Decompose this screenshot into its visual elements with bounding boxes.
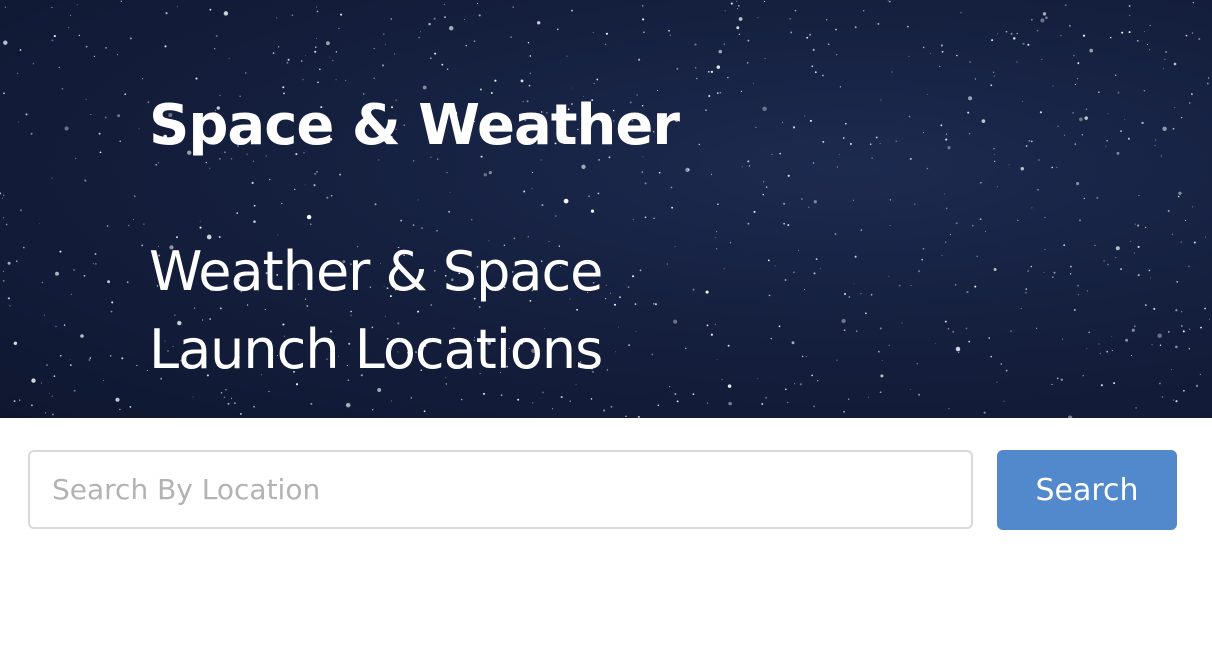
page-title: Space & Weather: [149, 93, 680, 158]
search-section: Search: [0, 418, 1212, 654]
search-input[interactable]: [28, 450, 973, 529]
page-subtitle: Weather & Space Launch Locations: [149, 240, 603, 381]
hero-banner: Space & Weather Weather & Space Launch L…: [0, 0, 1212, 418]
search-button[interactable]: Search: [997, 450, 1177, 530]
